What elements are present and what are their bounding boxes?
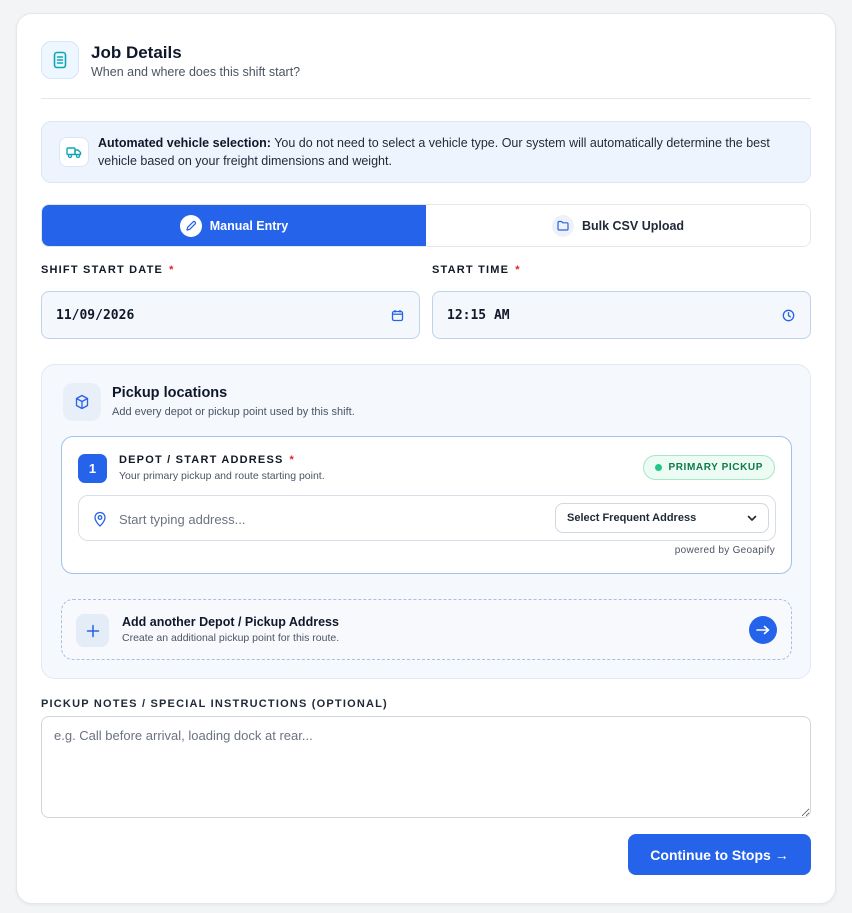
add-pickup-address-button[interactable]: Add another Depot / Pickup Address Creat… [61,599,792,660]
status-dot [655,464,663,471]
info-banner: Automated vehicle selection: You do not … [41,121,811,183]
primary-pickup-label: PRIMARY PICKUP [668,462,763,473]
pickup-locations-section: Pickup locations Add every depot or pick… [41,364,811,679]
entry-mode-tabs: Manual Entry Bulk CSV Upload [41,204,811,247]
job-details-card: Job Details When and where does this shi… [16,13,836,904]
start-time-label: START TIME * [432,264,521,276]
shift-date-value: 11/09/2026 [56,307,135,323]
map-pin-icon [94,511,106,527]
shift-date-label: SHIFT START DATE * [41,264,175,276]
clock-icon[interactable] [780,307,796,323]
tab-bulk-csv-upload[interactable]: Bulk CSV Upload [426,205,810,246]
notes-label: PICKUP NOTES / SPECIAL INSTRUCTIONS (OPT… [41,698,388,710]
shift-date-label-text: SHIFT START DATE [41,264,164,276]
start-time-label-text: START TIME [432,264,510,276]
required-mark: * [515,264,521,276]
start-time-value: 12:15 AM [447,307,510,323]
depot-title-text: DEPOT / START ADDRESS [119,454,284,466]
arrow-right-icon[interactable] [749,616,777,644]
pickup-subtitle: Add every depot or pickup point used by … [112,406,355,418]
truck-icon [59,137,89,167]
page-title: Job Details [91,43,182,62]
start-time-input[interactable]: 12:15 AM [432,291,811,339]
pickup-title: Pickup locations [112,385,228,401]
pencil-icon [179,214,202,237]
depot-title: DEPOT / START ADDRESS * [119,454,295,466]
tab-label: Bulk CSV Upload [581,218,685,233]
box-icon [63,383,101,421]
add-pickup-title: Add another Depot / Pickup Address [122,615,339,629]
add-pickup-subtitle: Create an additional pickup point for th… [122,632,340,644]
frequent-address-label: Select Frequent Address [567,512,697,524]
depot-number-badge: 1 [78,454,107,483]
depot-subtitle: Your primary pickup and route starting p… [119,470,325,482]
folder-icon [551,214,574,237]
tab-label: Manual Entry [209,218,289,233]
depot-card: 1 DEPOT / START ADDRESS * Your primary pi… [61,436,792,574]
required-mark: * [169,264,175,276]
banner-bold: Automated vehicle selection: [98,136,271,150]
primary-pickup-badge: PRIMARY PICKUP [643,455,775,480]
plus-icon [76,614,109,647]
page-subtitle: When and where does this shift start? [91,65,301,79]
frequent-address-select[interactable]: Select Frequent Address [555,503,769,533]
notes-textarea[interactable] [41,716,811,818]
required-mark: * [289,454,296,466]
powered-by-text: powered by Geoapify [674,545,775,556]
document-icon [41,41,79,79]
chevron-down-icon [747,515,757,521]
continue-to-stops-button[interactable]: Continue to Stops → [628,834,811,875]
shift-date-input[interactable]: 11/09/2026 [41,291,420,339]
banner-text: Automated vehicle selection: You do not … [98,134,798,170]
header-divider [41,98,811,99]
address-field: Select Frequent Address [78,495,776,541]
tab-manual-entry[interactable]: Manual Entry [42,205,426,246]
calendar-icon[interactable] [389,307,405,323]
address-input[interactable] [119,508,539,530]
